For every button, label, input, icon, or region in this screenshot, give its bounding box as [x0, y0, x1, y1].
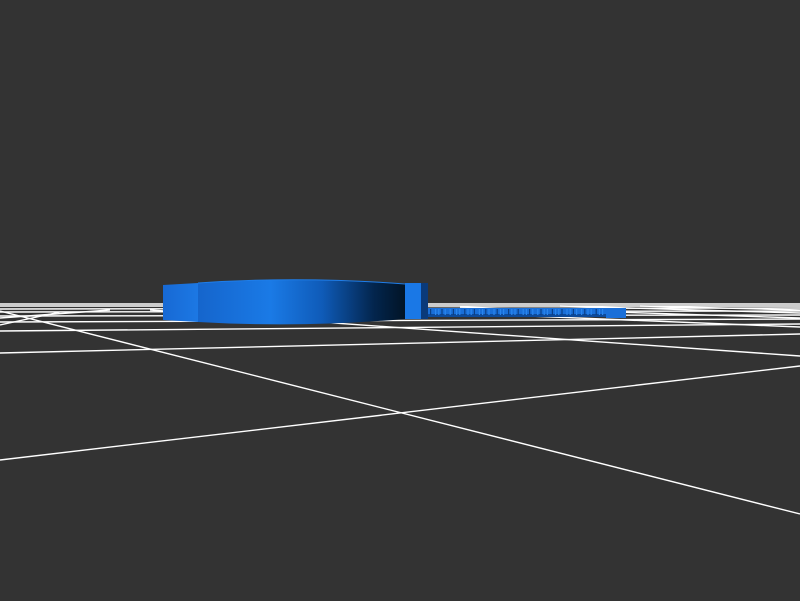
comb-tooth — [435, 309, 437, 315]
comb-tooth — [572, 309, 574, 315]
scene-canvas[interactable] — [0, 0, 800, 601]
comb-tooth — [467, 309, 469, 315]
comb-tooth — [540, 309, 542, 315]
comb-tooth — [532, 309, 534, 315]
comb-tooth — [566, 309, 568, 315]
comb-tooth — [576, 309, 578, 315]
comb-tooth — [444, 309, 446, 315]
comb-tooth — [511, 309, 513, 315]
comb-tooth — [464, 309, 466, 315]
comb-tooth — [452, 309, 454, 315]
comb-tooth — [602, 309, 604, 315]
comb-tooth — [537, 309, 539, 315]
comb-tooth — [459, 309, 461, 315]
comb-tooth — [430, 309, 432, 315]
comb-tooth — [587, 309, 589, 315]
comb-tooth — [561, 309, 563, 315]
comb-tooth — [485, 309, 487, 315]
comb-end-block — [606, 309, 626, 318]
comb-tooth — [525, 309, 527, 315]
comb-tooth — [522, 309, 524, 315]
comb-tooth — [558, 309, 560, 315]
grid-line — [0, 310, 800, 515]
comb-tooth — [517, 309, 519, 315]
disc-tab[interactable] — [405, 283, 421, 319]
disc-tab-side — [421, 283, 428, 319]
comb-tooth — [546, 309, 548, 315]
grid-line — [0, 333, 800, 354]
comb-tooth — [598, 309, 600, 315]
comb-tooth — [441, 309, 443, 315]
comb-tooth — [551, 309, 553, 315]
comb-tooth — [488, 309, 490, 315]
comb-tooth — [508, 309, 510, 315]
disc-body[interactable] — [198, 279, 405, 325]
comb-tooth — [543, 309, 545, 315]
comb-tooth — [499, 309, 501, 315]
comb-strip[interactable] — [428, 308, 626, 318]
comb-tooth — [503, 309, 505, 315]
comb-tooth — [595, 309, 597, 315]
comb-tooth — [584, 309, 586, 315]
comb-tooth — [514, 309, 516, 315]
comb-tooth — [470, 309, 472, 315]
comb-tooth — [529, 309, 531, 315]
comb-tooth — [456, 309, 458, 315]
grid-line — [0, 309, 111, 319]
comb-tooth — [590, 309, 592, 315]
comb-tooth — [438, 309, 440, 315]
comb-tooth — [478, 309, 480, 315]
comb-tooth — [449, 309, 451, 315]
comb-tooth — [581, 309, 583, 315]
comb-tooth — [482, 309, 484, 315]
comb-tooth — [555, 309, 557, 315]
ground-grid — [0, 303, 800, 515]
3d-viewport[interactable] — [0, 0, 800, 601]
comb-tooth — [493, 309, 495, 315]
disc-left-cap[interactable] — [163, 283, 198, 322]
comb-tooth — [569, 309, 571, 315]
comb-tooth — [496, 309, 498, 315]
comb-tooth — [473, 309, 475, 315]
